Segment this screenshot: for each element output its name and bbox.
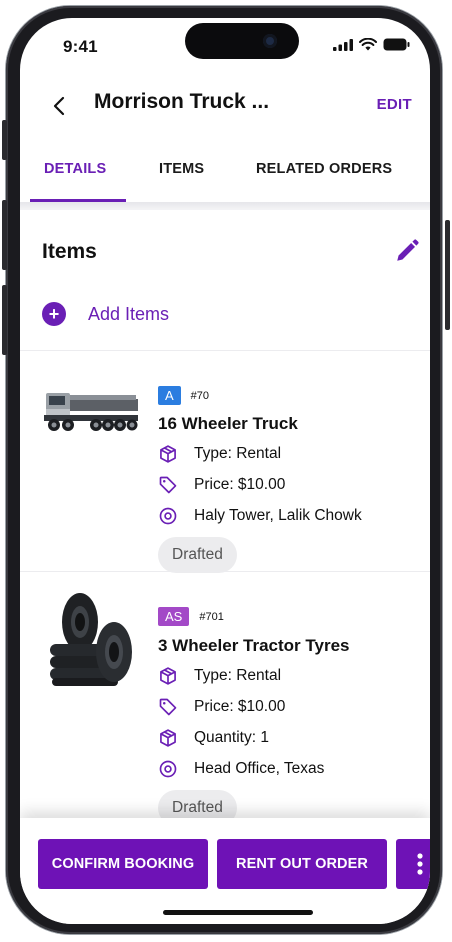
status-time: 9:41	[63, 37, 98, 56]
box-icon	[160, 445, 176, 463]
item-type: Type: Rental	[158, 444, 281, 464]
item-price-text: Price: $10.00	[194, 698, 286, 715]
item-location: Haly Tower, Lalik Chowk	[158, 506, 362, 526]
confirm-booking-button[interactable]: CONFIRM BOOKING	[38, 839, 208, 889]
item-quantity-text: Quantity: 1	[194, 729, 269, 746]
tag-icon	[159, 698, 177, 716]
status-badge: A	[158, 386, 181, 405]
item-number: #70	[190, 389, 210, 402]
more-options-button[interactable]	[396, 839, 430, 889]
section-title: Items	[42, 240, 97, 263]
item-price: Price: $10.00	[158, 697, 285, 717]
tab-items[interactable]: ITEMS	[159, 161, 204, 177]
item-name: 3 Wheeler Tractor Tyres	[158, 636, 350, 655]
truck-image	[44, 393, 138, 431]
plus-icon: +	[42, 302, 66, 326]
status-badge: AS	[158, 607, 190, 626]
status-icons	[333, 38, 410, 51]
box-icon	[160, 729, 176, 747]
list-item[interactable]: AS #701 3 Wheeler Tractor Tyres Type: Re…	[20, 572, 430, 826]
tag-icon	[159, 476, 177, 494]
item-price: Price: $10.00	[158, 475, 285, 495]
side-button	[445, 220, 450, 330]
item-badge-row: A #70	[158, 386, 209, 405]
item-badge-row: AS #701	[158, 607, 224, 626]
item-type-text: Type: Rental	[194, 445, 282, 462]
item-location: Head Office, Texas	[158, 759, 324, 779]
signal-icon	[333, 38, 353, 51]
side-button	[2, 200, 7, 270]
tab-divider	[20, 202, 430, 210]
item-type: Type: Rental	[158, 666, 281, 686]
pencil-icon	[397, 239, 419, 261]
tab-related-orders[interactable]: RELATED ORDERS	[256, 161, 392, 177]
item-number: #701	[199, 610, 224, 623]
status-chip: Drafted	[158, 537, 237, 573]
item-price-text: Price: $10.00	[194, 476, 286, 493]
list-item[interactable]: A #70 16 Wheeler Truck Type: Rental Pric…	[20, 351, 430, 573]
location-icon	[159, 760, 177, 778]
home-indicator[interactable]	[163, 910, 313, 915]
location-icon	[159, 507, 177, 525]
item-location-text: Haly Tower, Lalik Chowk	[194, 507, 362, 524]
item-quantity: Quantity: 1	[158, 728, 269, 748]
dynamic-island	[185, 23, 299, 59]
add-items-button[interactable]: + Add Items	[42, 302, 169, 326]
box-icon	[160, 667, 176, 685]
side-button	[2, 120, 7, 160]
screen: 9:41 Morrison Truck ... EDIT DETAILS ITE…	[20, 18, 430, 924]
battery-icon	[383, 38, 410, 51]
add-items-label: Add Items	[88, 303, 170, 324]
item-location-text: Head Office, Texas	[194, 760, 325, 777]
chevron-left-icon	[53, 96, 65, 116]
tab-details[interactable]: DETAILS	[44, 161, 106, 177]
wifi-icon	[359, 38, 377, 51]
back-button[interactable]	[52, 91, 74, 121]
edit-button[interactable]: EDIT	[377, 96, 412, 113]
item-name: 16 Wheeler Truck	[158, 414, 298, 433]
edit-items-button[interactable]	[394, 238, 420, 264]
rent-out-order-button[interactable]: RENT OUT ORDER	[217, 839, 387, 889]
camera-icon	[263, 34, 277, 48]
side-button	[2, 285, 7, 355]
page-title: Morrison Truck ...	[94, 90, 270, 113]
item-type-text: Type: Rental	[194, 667, 282, 684]
more-vertical-icon	[417, 853, 423, 875]
tyres-image	[50, 593, 132, 686]
